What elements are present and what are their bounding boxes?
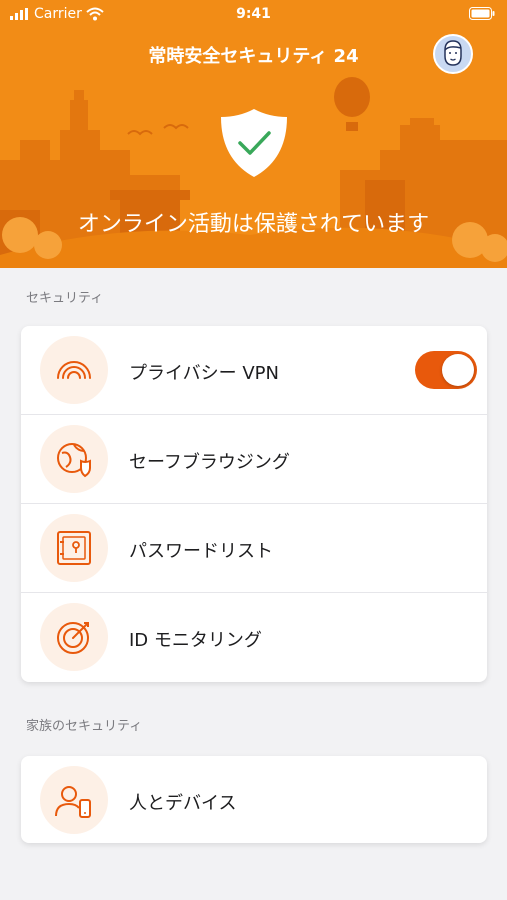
- user-face-icon: [444, 40, 462, 66]
- safe-browsing-icon: [57, 443, 91, 478]
- profile-avatar-button[interactable]: [433, 34, 473, 74]
- safe-browsing-icon-badge: [40, 425, 108, 493]
- battery-icon: [469, 7, 495, 24]
- status-bar: Carrier 9:41: [0, 0, 507, 30]
- list-item-password-list[interactable]: パスワードリスト: [21, 504, 487, 593]
- vpn-toggle-switch[interactable]: [415, 351, 477, 389]
- family-security-card: 人とデバイス: [21, 756, 487, 843]
- list-item-safe-browsing[interactable]: セーフブラウジング: [21, 415, 487, 504]
- password-safe-icon: [57, 531, 91, 565]
- list-item-people-devices[interactable]: 人とデバイス: [21, 756, 487, 843]
- privacy-vpn-label: プライバシー VPN: [129, 363, 279, 384]
- protection-status-text: オンライン活動は保護されています: [77, 212, 430, 237]
- toggle-knob: [442, 354, 474, 386]
- app-title: 常時安全セキュリティ 24: [148, 46, 359, 67]
- id-monitoring-icon: [57, 622, 89, 654]
- shield-check-icon: [221, 109, 287, 177]
- password-list-label: パスワードリスト: [129, 541, 273, 562]
- hero-banner: Carrier 9:41 常時安全セキュリティ 24 オンライン活動は保護されて…: [0, 0, 507, 268]
- vpn-icon-badge: [40, 336, 108, 404]
- security-features-card: プライバシー VPN セーフブラウジング パスワードリスト ID モニタリング: [21, 326, 487, 682]
- id-monitoring-label: ID モニタリング: [129, 630, 262, 651]
- id-monitoring-icon-badge: [40, 603, 108, 671]
- list-item-privacy-vpn[interactable]: プライバシー VPN: [21, 326, 487, 415]
- vpn-icon: [57, 361, 91, 379]
- list-item-id-monitoring[interactable]: ID モニタリング: [21, 593, 487, 682]
- section-label-family-security: 家族のセキュリティ: [26, 719, 143, 734]
- status-time: 9:41: [236, 6, 271, 22]
- section-label-security: セキュリティ: [26, 291, 104, 306]
- people-devices-icon-badge: [40, 766, 108, 834]
- people-devices-icon: [55, 786, 91, 818]
- people-devices-label: 人とデバイス: [129, 793, 237, 814]
- safe-browsing-label: セーフブラウジング: [129, 452, 290, 473]
- password-icon-badge: [40, 514, 108, 582]
